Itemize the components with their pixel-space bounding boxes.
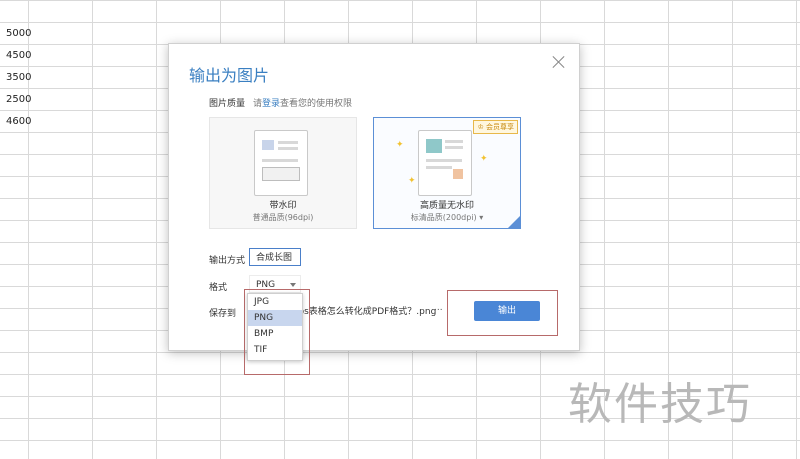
cell-a2[interactable]: 5000 — [6, 23, 31, 45]
option-watermark-card[interactable]: 带水印 普通品质(96dpi) — [209, 117, 357, 229]
chevron-down-icon — [290, 283, 296, 287]
format-option-jpg[interactable]: JPG — [248, 294, 302, 310]
selected-check-icon — [508, 216, 520, 228]
document-image-icon — [418, 130, 472, 196]
dialog-title: 输出为图片 — [189, 66, 270, 85]
crown-icon: ♔ — [477, 123, 484, 131]
save-to-label: 保存到 — [209, 309, 237, 319]
option-title: 带水印 — [269, 201, 297, 211]
login-link[interactable]: 登录 — [262, 99, 280, 109]
login-hint: 请登录查看您的使用权限 — [253, 96, 352, 109]
sparkle-icon: ✦ — [408, 176, 416, 186]
watermark-text: 软件技巧 — [568, 379, 752, 430]
cell-a4[interactable]: 3500 — [6, 67, 31, 89]
sparkle-icon: ✦ — [396, 140, 404, 150]
format-option-bmp[interactable]: BMP — [248, 326, 302, 342]
vip-badge: ♔ 会员尊享 — [473, 120, 518, 134]
browse-button[interactable]: ... — [434, 303, 443, 313]
output-mode-select[interactable]: 合成长图 — [249, 248, 301, 266]
option-title: 高质量无水印 — [419, 201, 474, 211]
document-page-icon — [254, 130, 308, 196]
quality-label: 图片质量 — [209, 99, 246, 109]
hint-suffix: 查看您的使用权限 — [280, 99, 353, 109]
sparkle-icon: ✦ — [480, 154, 488, 164]
format-dropdown: JPG PNG BMP TIF — [247, 293, 303, 361]
format-option-tif[interactable]: TIF — [248, 342, 302, 358]
cell-a5[interactable]: 2500 — [6, 89, 31, 111]
option-subtitle: 标清品质(200dpi) ▾ — [374, 212, 520, 223]
cell-a3[interactable]: 4500 — [6, 45, 31, 67]
output-mode-label: 输出方式 — [209, 256, 246, 266]
format-option-png[interactable]: PNG — [248, 310, 302, 326]
close-icon[interactable] — [551, 54, 567, 70]
option-subtitle-text: 标清品质(200dpi) — [410, 213, 477, 222]
badge-label: 会员尊享 — [486, 123, 514, 131]
option-hq-card[interactable]: ♔ 会员尊享 ✦ ✦ ✦ 高质量无水印 标清品质(200dpi) ▾ — [373, 117, 521, 229]
highlight-box-output — [447, 290, 558, 336]
save-path-field[interactable]: wps表格怎么转化成PDF格式？.png — [291, 303, 441, 321]
option-subtitle: 普通品质(96dpi) — [252, 213, 314, 222]
chevron-down-icon[interactable]: ▾ — [479, 213, 483, 222]
cell-a6[interactable]: 4600 — [6, 111, 31, 133]
hint-prefix: 请 — [253, 99, 263, 109]
format-label: 格式 — [209, 283, 228, 293]
